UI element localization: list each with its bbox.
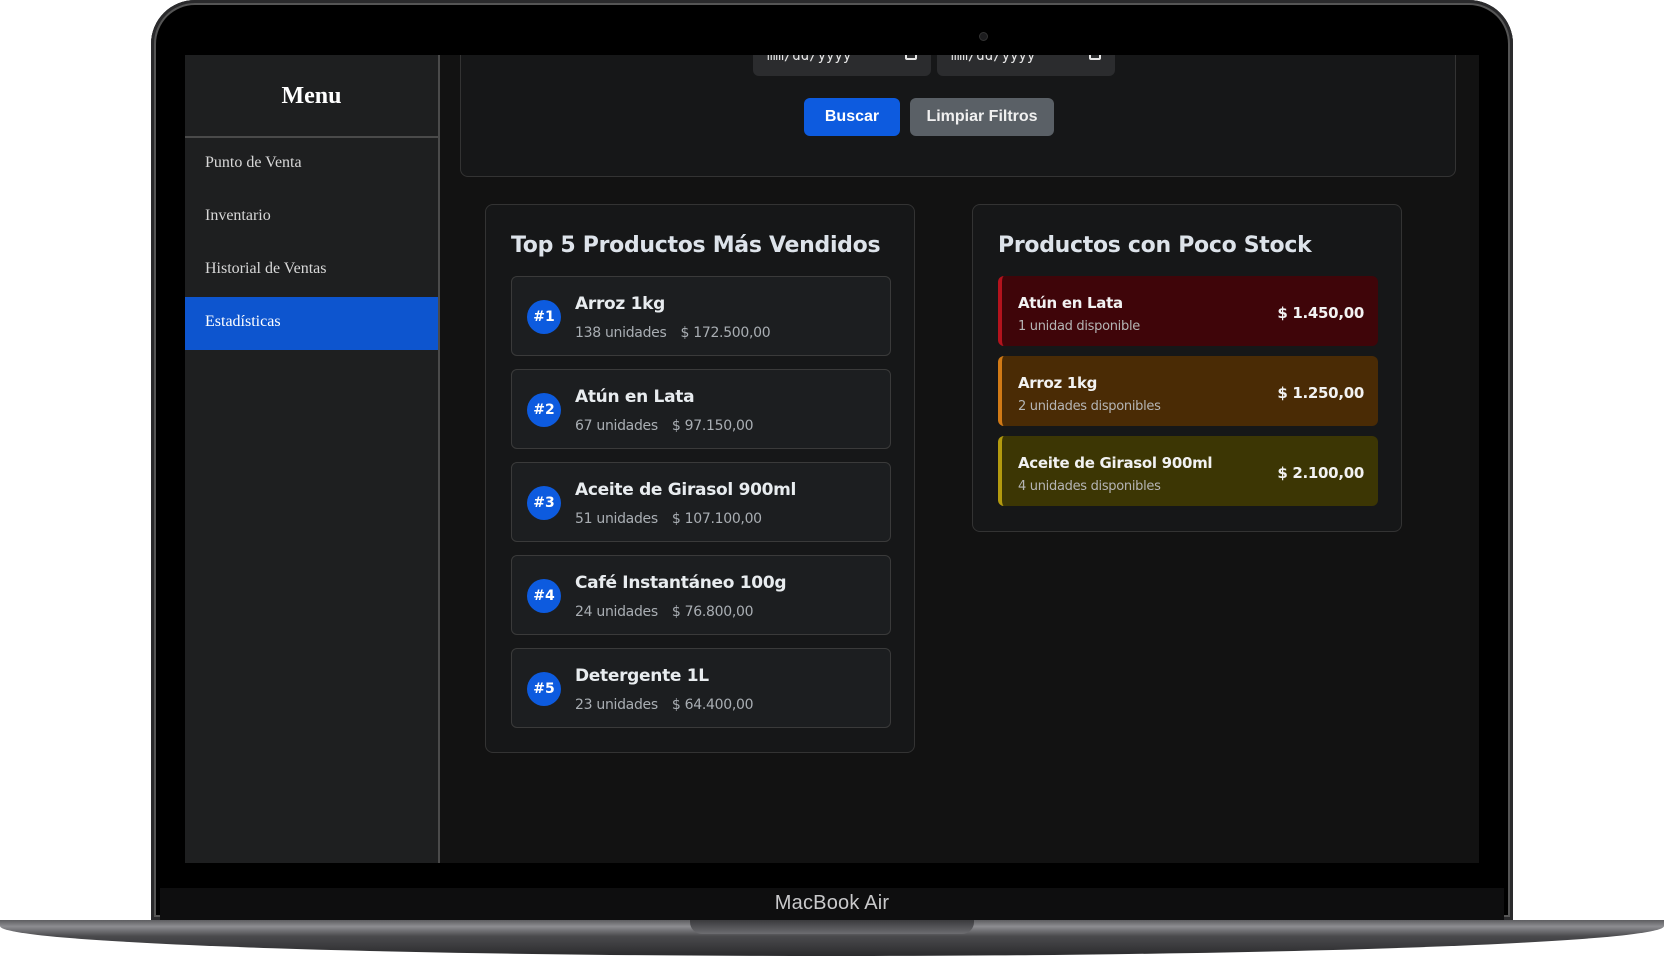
total-sales: $ 172.500,00 — [680, 325, 771, 341]
product-meta: 23 unidades $ 64.400,00 — [575, 697, 753, 713]
product-name: Aceite de Girasol 900ml — [575, 480, 797, 500]
date-from-input[interactable]: mm/dd/yyyy — [753, 55, 931, 76]
product-meta: 138 unidades $ 172.500,00 — [575, 325, 771, 341]
device-label: MacBook Air — [160, 888, 1504, 920]
low-stock-card: Productos con Poco Stock Atún en Lata 1 … — [972, 204, 1402, 532]
product-name: Café Instantáneo 100g — [575, 573, 787, 593]
product-name: Arroz 1kg — [575, 294, 666, 314]
stock-availability: 4 unidades disponibles — [1018, 479, 1161, 494]
rank-badge: #1 — [527, 300, 561, 334]
product-meta: 67 unidades $ 97.150,00 — [575, 418, 753, 434]
product-name: Atún en Lata — [1018, 294, 1123, 312]
calendar-icon[interactable] — [905, 55, 917, 60]
units-sold: 24 unidades — [575, 604, 658, 620]
product-price: $ 2.100,00 — [1277, 464, 1364, 482]
list-item: #3 Aceite de Girasol 900ml 51 unidades $ … — [511, 462, 891, 542]
main-content: mm/dd/yyyy mm/dd/yyyy Buscar Limpiar Fil… — [440, 55, 1479, 863]
list-item: Aceite de Girasol 900ml 4 unidades dispo… — [998, 436, 1378, 506]
list-item: Atún en Lata 1 unidad disponible $ 1.450… — [998, 276, 1378, 346]
sidebar-item-punto-de-venta[interactable]: Punto de Venta — [185, 138, 438, 191]
search-button[interactable]: Buscar — [804, 98, 900, 136]
list-item: #4 Café Instantáneo 100g 24 unidades $ 76… — [511, 555, 891, 635]
top-products-title: Top 5 Productos Más Vendidos — [511, 233, 881, 258]
units-sold: 51 unidades — [575, 511, 658, 527]
list-item: #1 Arroz 1kg 138 unidades $ 172.500,00 — [511, 276, 891, 356]
list-item: #5 Detergente 1L 23 unidades $ 64.400,00 — [511, 648, 891, 728]
stock-availability: 2 unidades disponibles — [1018, 399, 1161, 414]
sidebar-item-estadisticas[interactable]: Estadísticas — [185, 297, 438, 350]
rank-badge: #5 — [527, 672, 561, 706]
rank-badge: #2 — [527, 393, 561, 427]
product-price: $ 1.450,00 — [1277, 304, 1364, 322]
filter-panel: mm/dd/yyyy mm/dd/yyyy Buscar Limpiar Fil… — [460, 55, 1456, 177]
camera-icon — [979, 32, 988, 41]
sidebar-item-inventario[interactable]: Inventario — [185, 191, 438, 244]
total-sales: $ 76.800,00 — [671, 604, 754, 620]
rank-badge: #4 — [527, 579, 561, 613]
sidebar-title: Menu — [185, 55, 438, 138]
product-meta: 51 unidades $ 107.100,00 — [575, 511, 762, 527]
stock-availability: 1 unidad disponible — [1018, 319, 1140, 334]
units-sold: 138 unidades — [575, 325, 667, 341]
product-name: Detergente 1L — [575, 666, 709, 686]
list-item: #2 Atún en Lata 67 unidades $ 97.150,00 — [511, 369, 891, 449]
app-screen: Menu Punto de Venta Inventario Historial… — [185, 55, 1479, 863]
units-sold: 67 unidades — [575, 418, 658, 434]
product-name: Aceite de Girasol 900ml — [1018, 454, 1213, 472]
product-meta: 24 unidades $ 76.800,00 — [575, 604, 753, 620]
low-stock-title: Productos con Poco Stock — [998, 233, 1312, 258]
laptop-notch — [690, 920, 974, 934]
total-sales: $ 97.150,00 — [671, 418, 754, 434]
total-sales: $ 64.400,00 — [671, 697, 754, 713]
sidebar: Menu Punto de Venta Inventario Historial… — [185, 55, 440, 863]
date-to-value: mm/dd/yyyy — [951, 55, 1036, 64]
product-price: $ 1.250,00 — [1277, 384, 1364, 402]
clear-filters-button[interactable]: Limpiar Filtros — [910, 98, 1054, 136]
top-products-card: Top 5 Productos Más Vendidos #1 Arroz 1k… — [485, 204, 915, 753]
date-from-value: mm/dd/yyyy — [767, 55, 852, 64]
list-item: Arroz 1kg 2 unidades disponibles $ 1.250… — [998, 356, 1378, 426]
rank-badge: #3 — [527, 486, 561, 520]
product-name: Arroz 1kg — [1018, 374, 1098, 392]
product-name: Atún en Lata — [575, 387, 695, 407]
date-to-input[interactable]: mm/dd/yyyy — [937, 55, 1115, 76]
sidebar-item-historial-de-ventas[interactable]: Historial de Ventas — [185, 244, 438, 297]
total-sales: $ 107.100,00 — [671, 511, 762, 527]
units-sold: 23 unidades — [575, 697, 658, 713]
calendar-icon[interactable] — [1089, 55, 1101, 60]
